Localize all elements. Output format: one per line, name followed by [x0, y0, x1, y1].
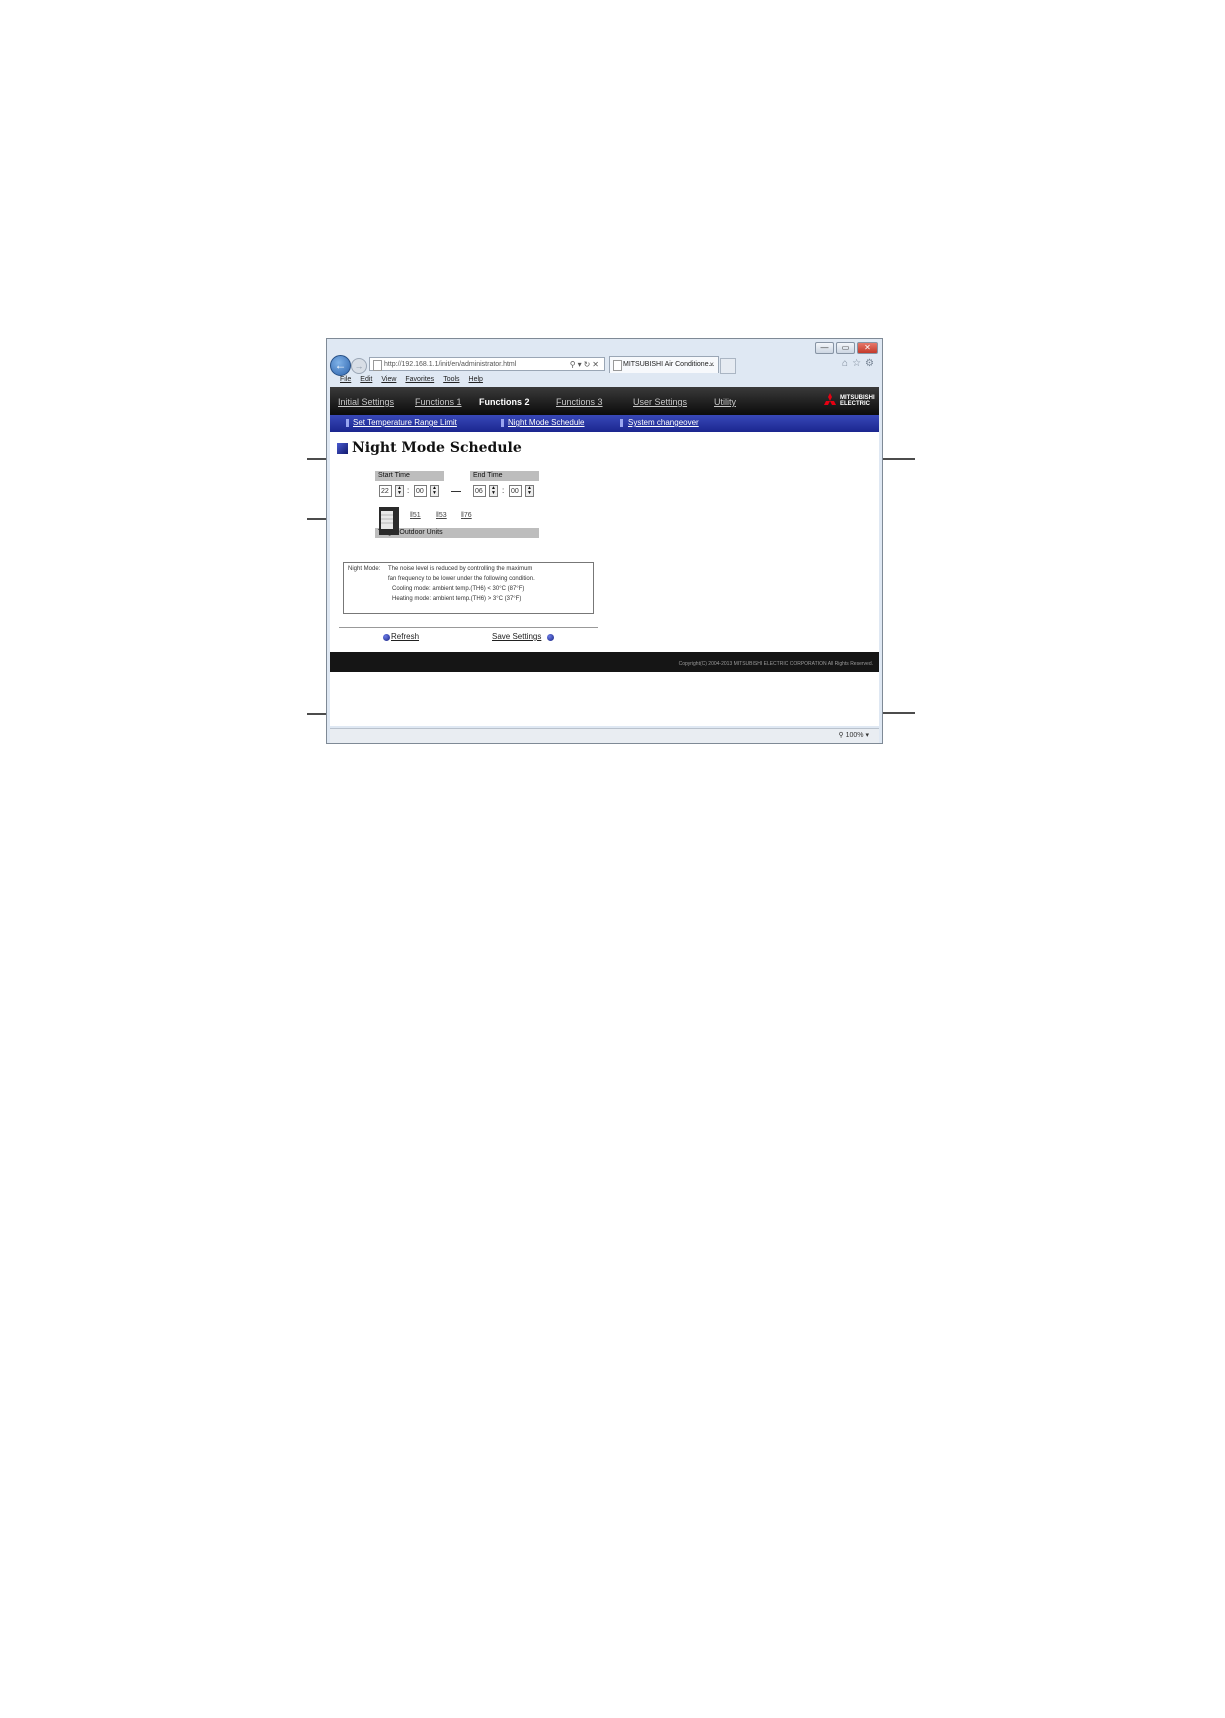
start-time-header: Start Time: [375, 471, 444, 481]
logo-text: MITSUBISHI ELECTRIC: [840, 395, 875, 407]
note-line: fan frequency to be lower under the foll…: [388, 576, 535, 582]
page-footer: Copyright(C) 2004-2013 MITSUBISHI ELECTR…: [330, 652, 879, 672]
end-minute-field[interactable]: 00: [509, 485, 522, 497]
window-controls: — ▭ ✕: [815, 342, 878, 354]
tab-title: MITSUBISHI Air Conditione...: [623, 361, 715, 368]
refresh-button[interactable]: Refresh: [391, 632, 419, 641]
menu-help[interactable]: Help: [469, 376, 483, 386]
note-line: Heating mode: ambient temp.(TH6) > 3°C (…: [392, 596, 522, 602]
new-tab-button[interactable]: [720, 358, 736, 374]
menu-favorites[interactable]: Favorites: [405, 376, 434, 386]
browser-window: — ▭ ✕ ← → http://192.168.1.1/init/en/adm…: [326, 338, 883, 744]
nav-initial-settings[interactable]: Initial Settings: [338, 397, 394, 407]
end-time-header: End Time: [470, 471, 539, 481]
tab-close-icon[interactable]: ×: [709, 357, 714, 373]
note-label: Night Mode:: [348, 566, 381, 572]
start-minute-field[interactable]: 00: [414, 485, 427, 497]
subnav-bullet: [620, 419, 623, 427]
status-bar: ⚲ 100% ▾: [330, 728, 879, 743]
menu-edit[interactable]: Edit: [360, 376, 372, 386]
zoom-icon: ⚲: [838, 732, 846, 739]
spin-down-icon[interactable]: ▼: [526, 491, 533, 496]
menu-view[interactable]: View: [381, 376, 396, 386]
refresh-bullet-icon: [383, 634, 390, 641]
end-minute-spin-buttons[interactable]: ▲ ▼: [525, 485, 534, 497]
title-square-icon: [337, 443, 348, 454]
address-bar[interactable]: http://192.168.1.1/init/en/administrator…: [369, 357, 605, 371]
start-minute-spin-buttons[interactable]: ▲ ▼: [430, 485, 439, 497]
subnav-system-changeover[interactable]: System changeover: [628, 418, 699, 427]
time-range-dash: [451, 491, 461, 492]
subnav-bullet: [346, 419, 349, 427]
address-tools-icon[interactable]: ⚲▾↻✕: [570, 358, 601, 372]
note-line: Cooling mode: ambient temp.(TH6) < 30°C …: [392, 586, 525, 592]
night-mode-note: Night Mode: The noise level is reduced b…: [343, 562, 594, 614]
note-line: The noise level is reduced by controllin…: [388, 566, 533, 572]
save-settings-button[interactable]: Save Settings: [492, 632, 541, 641]
back-arrow-icon[interactable]: ←: [330, 355, 351, 376]
nav-user-settings[interactable]: User Settings: [633, 397, 687, 407]
time-separator: :: [502, 486, 505, 495]
star-icon[interactable]: ☆: [852, 358, 865, 369]
divider: [339, 627, 598, 628]
page-icon: [373, 360, 382, 371]
end-hour-field[interactable]: 06: [473, 485, 486, 497]
menu-bar: File Edit View Favorites Tools Help: [340, 376, 483, 386]
nav-functions-2[interactable]: Functions 2: [479, 397, 530, 407]
outdoor-unit-link[interactable]: ‖51: [410, 512, 421, 519]
restore-button[interactable]: ▭: [836, 342, 855, 354]
outdoor-unit-link[interactable]: ‖53: [436, 512, 447, 519]
browser-tab[interactable]: MITSUBISHI Air Conditione... ×: [609, 356, 719, 373]
three-diamonds-icon: [824, 393, 836, 405]
menu-tools[interactable]: Tools: [443, 376, 459, 386]
subnav-bullet: [501, 419, 504, 427]
nav-utility[interactable]: Utility: [714, 397, 736, 407]
spin-down-icon[interactable]: ▼: [396, 491, 403, 496]
save-bullet-icon: [547, 634, 554, 641]
page-title: Night Mode Schedule: [352, 440, 522, 456]
nav-functions-3[interactable]: Functions 3: [556, 397, 603, 407]
browser-nav-row: ← → http://192.168.1.1/init/en/administr…: [330, 354, 878, 376]
outdoor-unit-icon: [379, 507, 399, 535]
top-navigation: Initial Settings Functions 1 Functions 2…: [330, 387, 879, 415]
copyright-text: Copyright(C) 2004-2013 MITSUBISHI ELECTR…: [678, 661, 873, 667]
address-url: http://192.168.1.1/init/en/administrator…: [384, 361, 517, 368]
time-separator: :: [407, 486, 410, 495]
toolbar-icons: ⌂☆⚙: [842, 358, 878, 369]
mitsubishi-logo: MITSUBISHI ELECTRIC: [822, 393, 875, 411]
subnav-night-mode-schedule[interactable]: Night Mode Schedule: [508, 418, 585, 427]
home-icon[interactable]: ⌂: [842, 358, 852, 369]
spin-down-icon[interactable]: ▼: [490, 491, 497, 496]
page-viewport: Initial Settings Functions 1 Functions 2…: [330, 387, 879, 726]
minimize-button[interactable]: —: [815, 342, 834, 354]
forward-arrow-icon[interactable]: →: [351, 358, 367, 374]
start-hour-field[interactable]: 22: [379, 485, 392, 497]
subnav-temperature-range-limit[interactable]: Set Temperature Range Limit: [353, 418, 457, 427]
zoom-control[interactable]: ⚲ 100% ▾: [839, 731, 869, 739]
start-hour-spin-buttons[interactable]: ▲ ▼: [395, 485, 404, 497]
menu-file[interactable]: File: [340, 376, 351, 386]
outdoor-unit-link[interactable]: ‖76: [461, 512, 472, 519]
callout-arrows: [307, 458, 915, 715]
gear-icon[interactable]: ⚙: [865, 358, 878, 369]
end-hour-spin-buttons[interactable]: ▲ ▼: [489, 485, 498, 497]
nav-functions-1[interactable]: Functions 1: [415, 397, 462, 407]
close-button[interactable]: ✕: [857, 342, 878, 354]
spin-down-icon[interactable]: ▼: [431, 491, 438, 496]
sub-navigation: Set Temperature Range Limit Night Mode S…: [330, 415, 879, 432]
page-icon: [613, 360, 622, 371]
